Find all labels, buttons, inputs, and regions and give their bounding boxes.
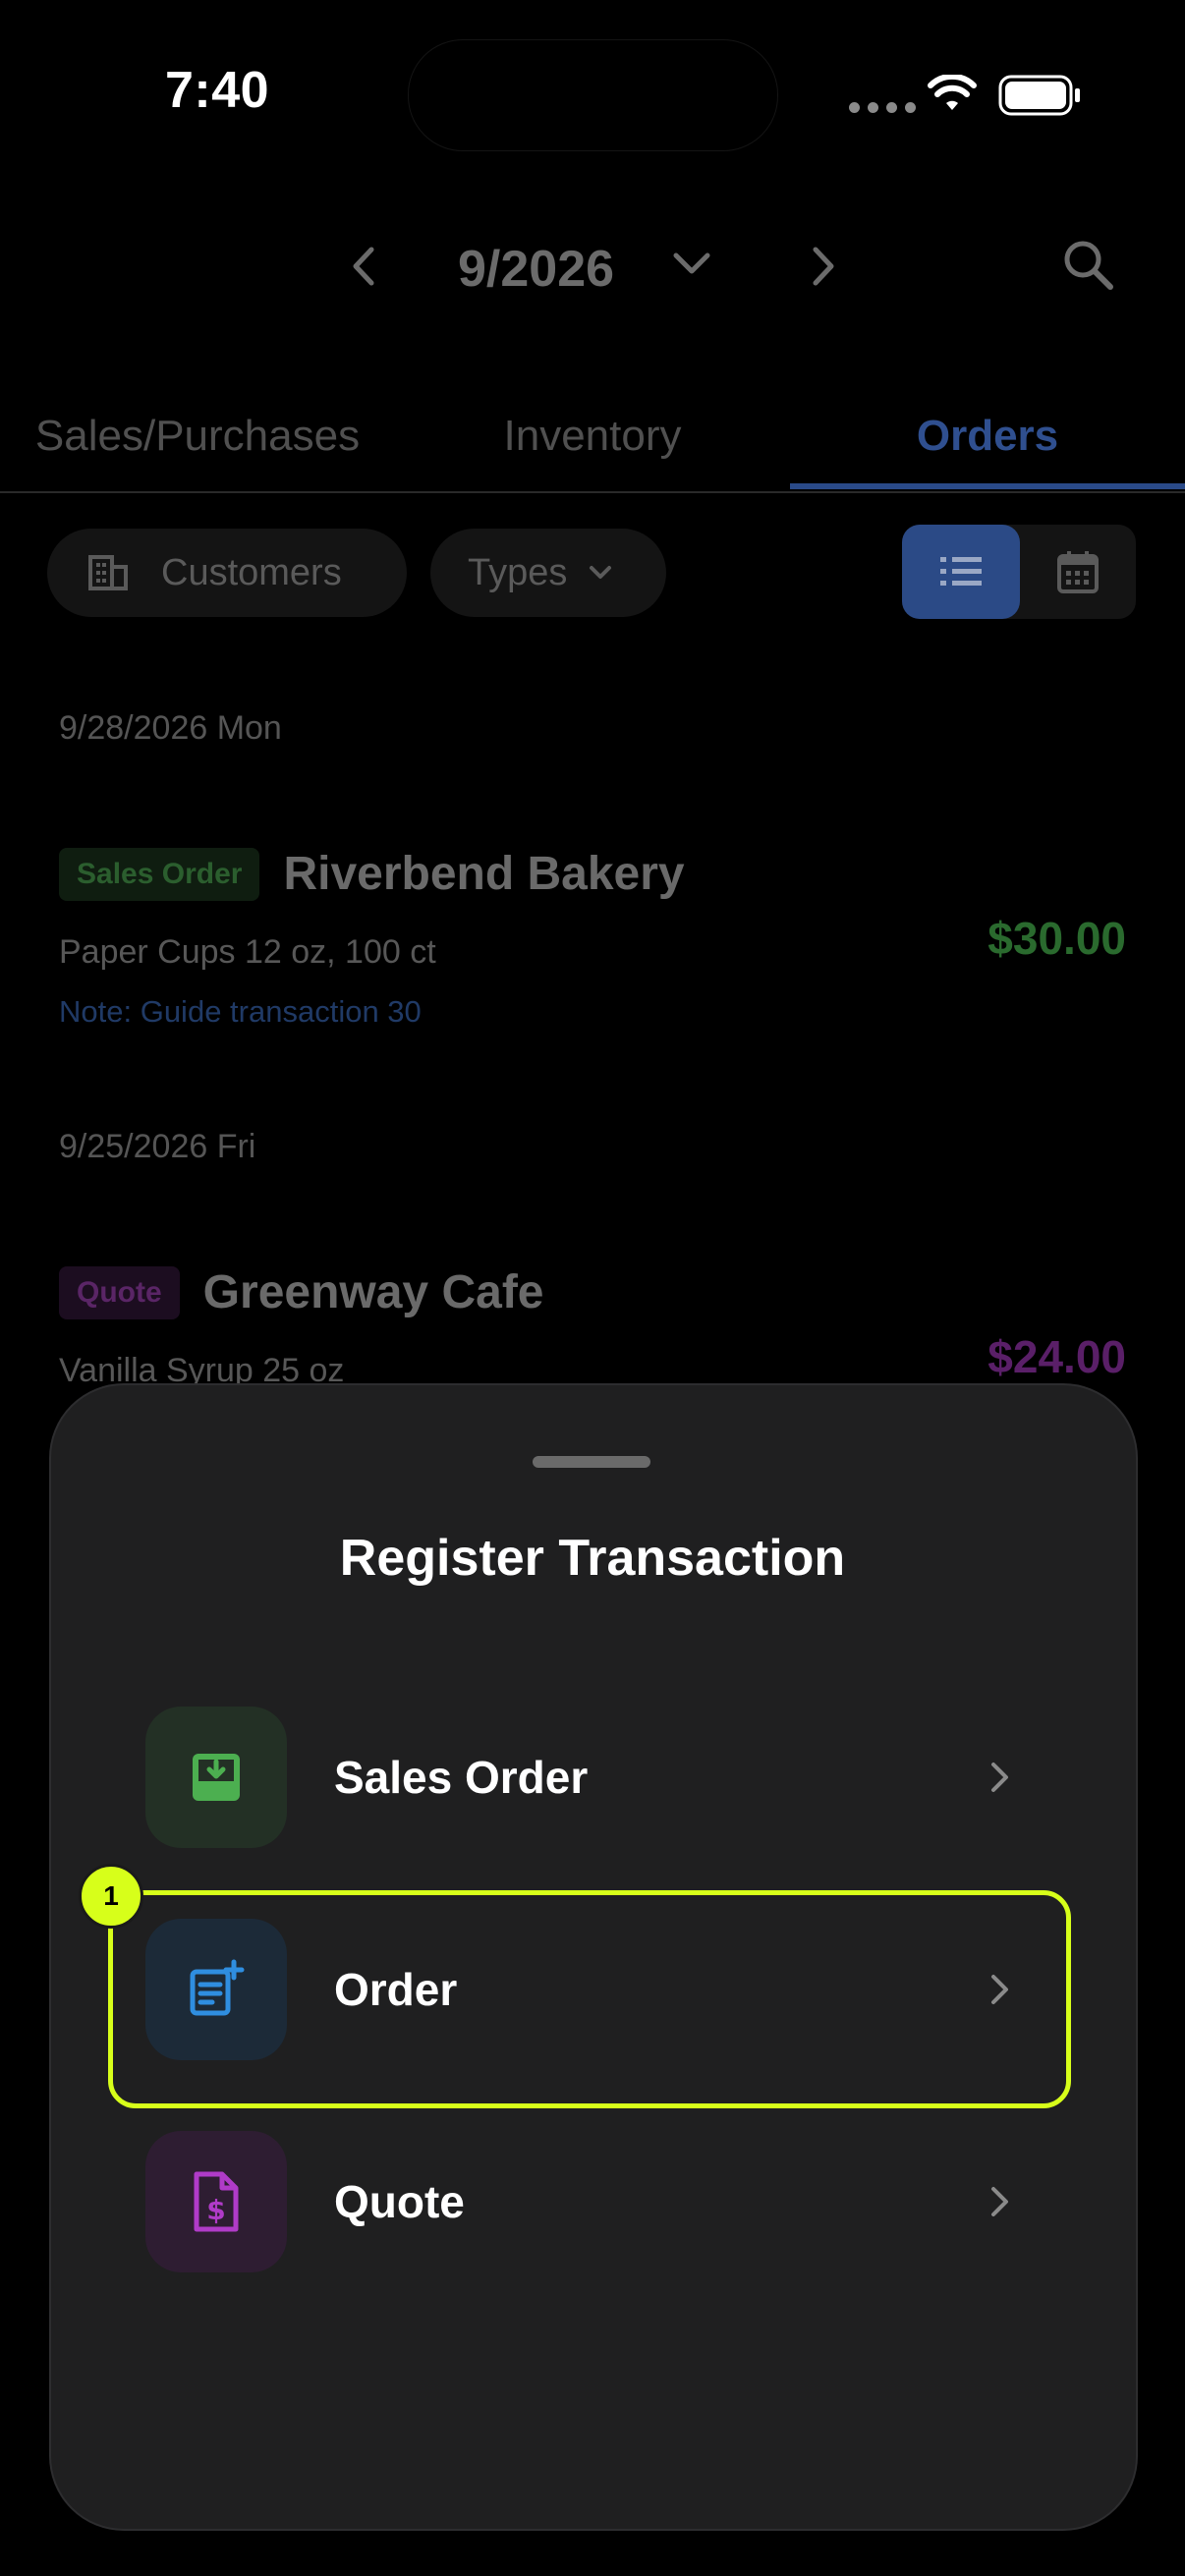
active-tab-indicator bbox=[790, 483, 1185, 489]
battery-icon bbox=[998, 75, 1080, 116]
building-icon bbox=[88, 555, 128, 590]
date-header: 9/28/2026 Mon bbox=[59, 709, 282, 747]
dollar-document-icon: $ bbox=[145, 2131, 287, 2272]
list-item[interactable]: Sales Order Riverbend Bakery bbox=[59, 847, 685, 901]
sheet-grabber[interactable] bbox=[533, 1456, 650, 1468]
date-header: 9/25/2026 Fri bbox=[59, 1128, 256, 1165]
status-time: 7:40 bbox=[165, 62, 270, 119]
quote-badge: Quote bbox=[59, 1265, 180, 1319]
month-selector[interactable]: 9/2026 bbox=[458, 240, 614, 299]
customers-filter[interactable]: Customers bbox=[47, 529, 407, 617]
tab-bar: Sales/Purchases Inventory Orders bbox=[0, 383, 1185, 493]
wifi-icon bbox=[928, 75, 977, 110]
chevron-down-icon bbox=[590, 566, 612, 579]
amount: $30.00 bbox=[988, 913, 1126, 964]
cellular-signal-icon bbox=[849, 102, 916, 113]
customers-filter-label: Customers bbox=[161, 551, 342, 593]
tab-sales-purchases[interactable]: Sales/Purchases bbox=[0, 383, 395, 489]
item-description: Paper Cups 12 oz, 100 ct bbox=[59, 933, 436, 971]
sales-order-option[interactable]: Sales Order bbox=[145, 1707, 1030, 1848]
list-icon bbox=[940, 557, 982, 586]
calendar-view-button[interactable] bbox=[1020, 525, 1136, 619]
order-option-highlight bbox=[108, 1890, 1071, 2108]
search-icon[interactable] bbox=[1059, 236, 1118, 295]
chevron-right-icon bbox=[971, 1707, 1030, 1848]
amount: $24.00 bbox=[988, 1331, 1126, 1382]
sales-order-label: Sales Order bbox=[334, 1752, 589, 1803]
types-filter[interactable]: Types bbox=[430, 529, 666, 617]
list-item[interactable]: Quote Greenway Cafe bbox=[59, 1265, 544, 1319]
tray-download-icon bbox=[145, 1707, 287, 1848]
calendar-icon bbox=[1057, 551, 1099, 593]
dynamic-island bbox=[408, 39, 778, 151]
types-filter-label: Types bbox=[468, 551, 568, 593]
sheet-title: Register Transaction bbox=[339, 1530, 846, 1587]
prev-month-icon[interactable] bbox=[344, 242, 383, 291]
tab-inventory[interactable]: Inventory bbox=[395, 383, 790, 489]
chevron-down-icon[interactable] bbox=[670, 250, 713, 279]
sales-order-badge: Sales Order bbox=[59, 847, 260, 901]
chevron-right-icon bbox=[971, 2131, 1030, 2272]
quote-option[interactable]: $ Quote bbox=[145, 2131, 1030, 2272]
quote-label: Quote bbox=[334, 2176, 465, 2227]
highlight-number-badge: 1 bbox=[79, 1864, 143, 1929]
customer-name: Greenway Cafe bbox=[202, 1266, 544, 1318]
tab-orders[interactable]: Orders bbox=[790, 383, 1185, 489]
customer-name: Riverbend Bakery bbox=[283, 848, 685, 900]
list-view-button[interactable] bbox=[902, 525, 1020, 619]
svg-text:$: $ bbox=[206, 2194, 225, 2226]
item-note: Note: Guide transaction 30 bbox=[59, 994, 422, 1029]
next-month-icon[interactable] bbox=[804, 242, 843, 291]
